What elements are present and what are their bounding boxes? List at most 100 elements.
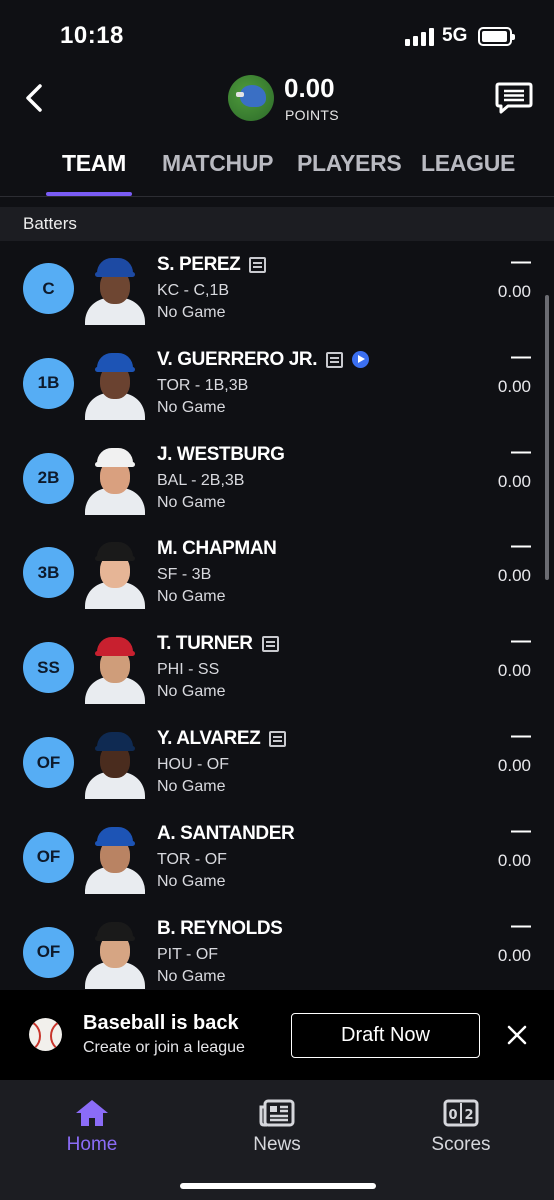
player-name-line[interactable]: Y. ALVAREZ <box>157 728 287 750</box>
status-bar: 10:18 5G <box>0 0 554 70</box>
close-icon <box>507 1025 527 1045</box>
game-status: No Game <box>157 872 226 890</box>
scores-icon: 0 2 <box>443 1099 479 1127</box>
player-row[interactable]: OF Y. ALVAREZ HOU - OF No Game — 0.00 <box>0 717 554 812</box>
tab-league[interactable]: LEAGUE <box>421 150 515 177</box>
news-note-icon[interactable] <box>249 257 267 273</box>
player-points: 0.00 <box>497 376 531 396</box>
tab-bar: TEAM MATCHUP PLAYERS LEAGUE <box>0 140 554 197</box>
player-name-line[interactable]: M. CHAPMAN <box>157 538 277 560</box>
player-row[interactable]: SS T. TURNER PHI - SS No Game — 0.00 <box>0 622 554 717</box>
projection-placeholder: — <box>511 914 531 937</box>
player-photo[interactable] <box>85 536 145 610</box>
nav-home-label: Home <box>66 1134 118 1155</box>
player-name-line[interactable]: A. SANTANDER <box>157 823 295 845</box>
player-row[interactable]: OF A. SANTANDER TOR - OF No Game — 0.00 <box>0 812 554 907</box>
projection-placeholder: — <box>511 725 531 747</box>
player-name[interactable]: B. REYNOLDS <box>157 918 283 940</box>
news-note-icon[interactable] <box>326 351 344 368</box>
game-status: No Game <box>157 967 226 985</box>
back-button[interactable] <box>18 78 54 118</box>
player-name-line[interactable]: V. GUERRERO JR. <box>157 349 370 371</box>
player-name[interactable]: A. SANTANDER <box>157 823 295 845</box>
player-row[interactable]: C S. PEREZ KC - C,1B No Game — 0.00 <box>0 243 554 338</box>
player-name-line[interactable]: J. WESTBURG <box>157 444 285 466</box>
home-indicator <box>180 1183 376 1189</box>
position-badge[interactable]: OF <box>23 831 74 883</box>
player-name[interactable]: T. TURNER <box>157 633 253 655</box>
promo-title: Baseball is back <box>83 1012 239 1034</box>
game-status: No Game <box>157 588 226 606</box>
game-status: No Game <box>157 778 226 795</box>
player-points: 0.00 <box>497 850 531 870</box>
points-value: 0.00 <box>284 73 335 103</box>
projection-placeholder: — <box>511 630 531 653</box>
chevron-left-icon <box>26 84 42 112</box>
player-photo[interactable] <box>85 916 145 989</box>
player-name[interactable]: J. WESTBURG <box>157 444 285 466</box>
position-badge[interactable]: SS <box>23 642 74 694</box>
player-photo[interactable] <box>85 347 145 420</box>
player-name[interactable]: S. PEREZ <box>157 254 241 276</box>
player-photo[interactable] <box>85 631 145 705</box>
player-row[interactable]: 2B J. WESTBURG BAL - 2B,3B No Game — 0.0… <box>0 433 554 528</box>
game-status: No Game <box>157 398 226 416</box>
tab-players[interactable]: PLAYERS <box>297 150 402 177</box>
player-points: 0.00 <box>497 661 531 681</box>
player-name-line[interactable]: T. TURNER <box>157 633 279 655</box>
active-tab-indicator <box>46 192 132 196</box>
player-points: 0.00 <box>497 471 531 491</box>
player-points: 0.00 <box>497 945 531 965</box>
player-row[interactable]: 3B M. CHAPMAN SF - 3B No Game — 0.00 <box>0 527 554 622</box>
svg-text:2: 2 <box>464 1108 473 1123</box>
team-logo[interactable] <box>228 75 274 121</box>
news-note-icon[interactable] <box>261 636 279 653</box>
points-label: POINTS <box>285 107 339 123</box>
game-status: No Game <box>157 683 226 701</box>
close-promo-button[interactable] <box>505 1023 529 1047</box>
player-team-positions: KC - C,1B <box>157 282 230 299</box>
projection-placeholder: — <box>511 535 531 558</box>
player-team-positions: SF - 3B <box>157 566 212 584</box>
signal-icon <box>405 28 435 46</box>
game-status: No Game <box>157 304 226 321</box>
player-name-line[interactable]: S. PEREZ <box>157 254 267 276</box>
player-photo[interactable] <box>85 726 145 799</box>
player-name[interactable]: M. CHAPMAN <box>157 538 277 560</box>
baseball-icon <box>29 1018 62 1051</box>
news-icon <box>259 1099 295 1127</box>
player-row[interactable]: OF B. REYNOLDS PIT - OF No Game — 0.00 <box>0 907 554 1002</box>
draft-now-button[interactable]: Draft Now <box>291 1013 480 1058</box>
player-points: 0.00 <box>497 756 531 775</box>
tab-team[interactable]: TEAM <box>62 150 126 177</box>
player-photo[interactable] <box>85 252 145 325</box>
tab-matchup[interactable]: MATCHUP <box>162 150 273 177</box>
news-note-icon[interactable] <box>269 731 287 747</box>
player-points: 0.00 <box>497 282 531 301</box>
chat-button[interactable] <box>494 80 534 116</box>
position-badge[interactable]: OF <box>23 926 74 978</box>
play-video-icon[interactable] <box>352 351 370 369</box>
player-row[interactable]: 1B V. GUERRERO JR. TOR - 1B,3B No Game —… <box>0 338 554 433</box>
player-name-line[interactable]: B. REYNOLDS <box>157 918 283 940</box>
player-photo[interactable] <box>85 442 145 515</box>
position-badge[interactable]: 2B <box>23 452 74 504</box>
promo-subtitle: Create or join a league <box>83 1039 245 1056</box>
player-points: 0.00 <box>497 566 531 586</box>
position-badge[interactable]: C <box>23 263 74 314</box>
scrollbar[interactable] <box>545 295 549 580</box>
promo-banner: Baseball is back Create or join a league… <box>0 990 554 1080</box>
network-type: 5G <box>442 25 468 46</box>
nav-scores-label: Scores <box>431 1134 491 1155</box>
player-team-positions: HOU - OF <box>157 756 229 773</box>
position-badge[interactable]: 3B <box>23 547 74 599</box>
section-title: Batters <box>23 214 77 233</box>
player-photo[interactable] <box>85 821 145 894</box>
status-time: 10:18 <box>60 22 124 49</box>
position-badge[interactable]: 1B <box>23 357 74 409</box>
player-team-positions: TOR - 1B,3B <box>157 376 249 394</box>
position-badge[interactable]: OF <box>23 737 74 788</box>
player-name[interactable]: V. GUERRERO JR. <box>157 349 318 371</box>
player-team-positions: TOR - OF <box>157 850 227 868</box>
player-name[interactable]: Y. ALVAREZ <box>157 728 261 750</box>
